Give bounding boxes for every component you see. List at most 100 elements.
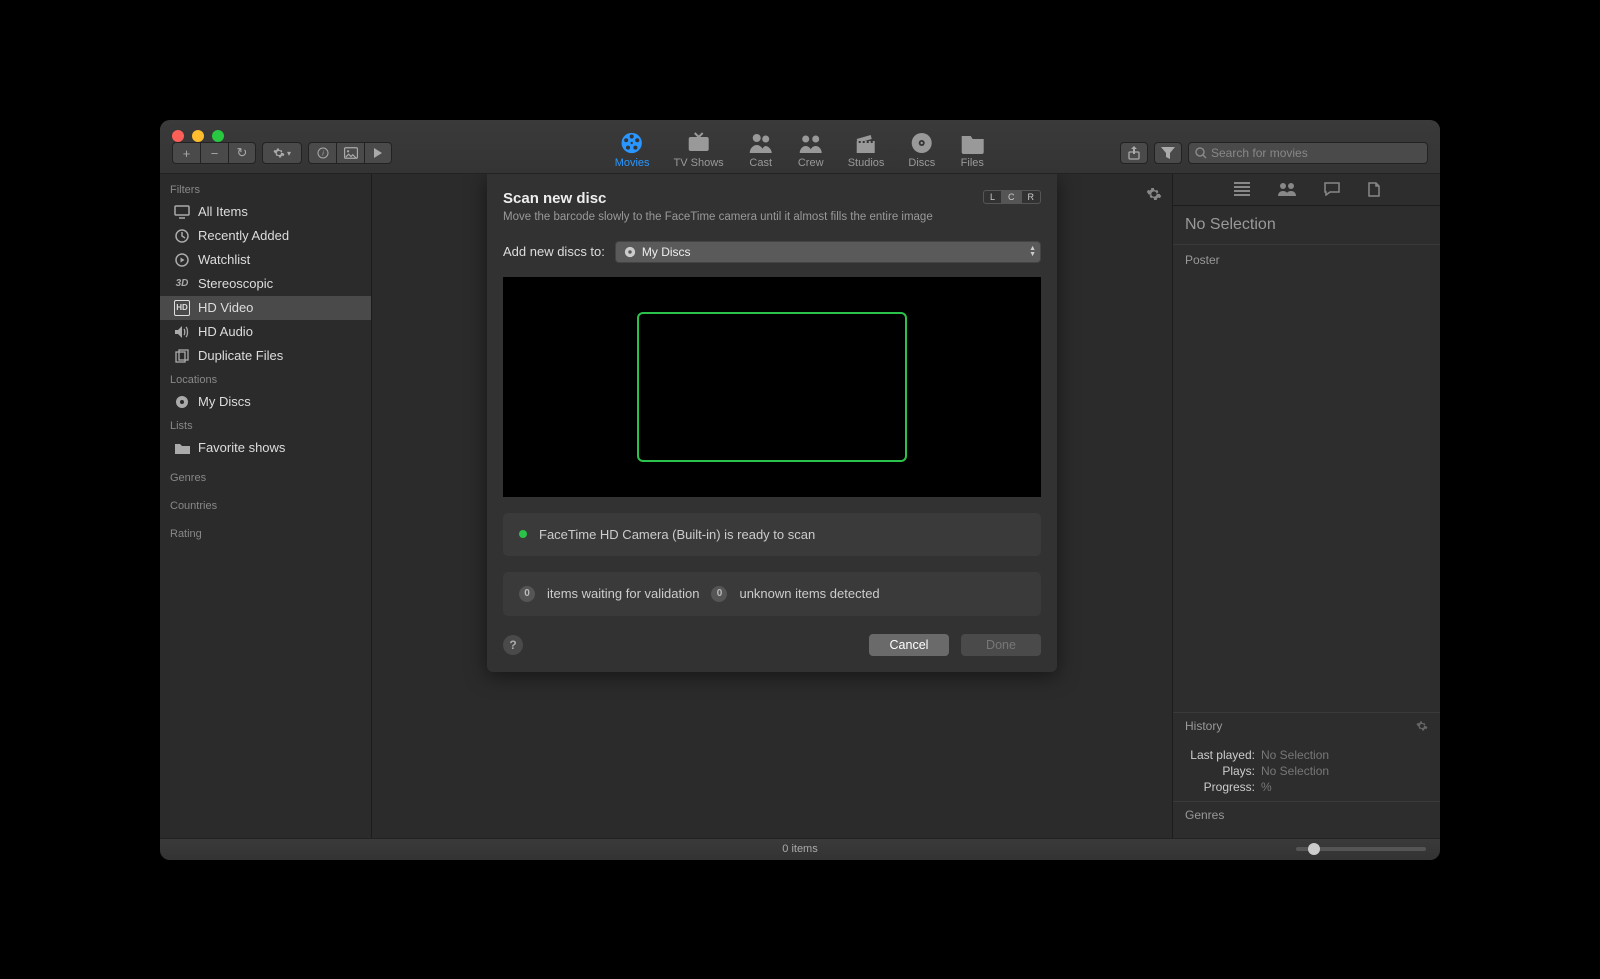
zoom-thumb[interactable] [1308, 843, 1320, 855]
sidebar-header-lists: Lists [160, 414, 371, 436]
tab-label: Movies [615, 157, 650, 169]
tab-crew[interactable]: Crew [798, 131, 824, 169]
unknown-count-badge: 0 [711, 586, 727, 602]
sidebar-item-all[interactable]: All Items [160, 200, 371, 224]
sidebar-label: HD Audio [198, 324, 253, 339]
close-window[interactable] [172, 130, 184, 142]
done-button[interactable]: Done [961, 634, 1041, 656]
info-button[interactable]: i [308, 142, 336, 164]
history-header: History [1185, 719, 1222, 733]
titlebar: + − ↻ ▾ i M [160, 120, 1440, 174]
audio-icon [174, 324, 190, 340]
add-button[interactable]: + [172, 142, 200, 164]
inspector: No Selection Poster History Last played:… [1172, 174, 1440, 838]
seg-c[interactable]: C [1002, 191, 1022, 203]
select-value: My Discs [642, 245, 691, 259]
3d-icon: 3D [174, 276, 190, 292]
sidebar-header-genres: Genres [160, 466, 371, 488]
zoom-slider[interactable] [1296, 847, 1426, 851]
sidebar-item-hdvideo[interactable]: HD HD Video [160, 296, 371, 320]
tab-label: Studios [848, 157, 885, 169]
seg-r[interactable]: R [1022, 191, 1041, 203]
statusbar: 0 items [160, 838, 1440, 860]
history-rows: Last played:No Selection Plays:No Select… [1173, 741, 1440, 801]
lastplayed-val: No Selection [1261, 748, 1329, 762]
lcr-segmented[interactable]: L C R [983, 190, 1041, 204]
refresh-button[interactable]: ↻ [228, 142, 256, 164]
tab-tvshows[interactable]: TV Shows [674, 131, 724, 169]
search-placeholder: Search for movies [1211, 146, 1308, 160]
tab-studios[interactable]: Studios [848, 131, 885, 169]
sidebar-label: Recently Added [198, 228, 289, 243]
cancel-button[interactable]: Cancel [869, 634, 949, 656]
gear-dropdown[interactable]: ▾ [262, 142, 302, 164]
sidebar-label: Watchlist [198, 252, 250, 267]
sidebar-item-duplicate[interactable]: Duplicate Files [160, 344, 371, 368]
sidebar-header-filters: Filters [160, 178, 371, 200]
toolbar-left: + − ↻ ▾ i [172, 142, 392, 164]
unknown-label: unknown items detected [739, 586, 879, 601]
tab-cast[interactable]: Cast [748, 131, 774, 169]
play-circle-icon [174, 252, 190, 268]
settings-gear-icon[interactable] [1146, 186, 1162, 202]
hd-icon: HD [174, 300, 190, 316]
tab-files[interactable]: Files [959, 131, 985, 169]
filter-button[interactable] [1154, 142, 1182, 164]
clock-icon [174, 228, 190, 244]
files-icon [959, 131, 985, 155]
app-window: + − ↻ ▾ i M [160, 120, 1440, 860]
tab-label: Files [961, 157, 984, 169]
play-button[interactable] [364, 142, 392, 164]
inspector-tab-people[interactable] [1278, 182, 1296, 196]
camera-preview [503, 277, 1041, 497]
sidebar-item-mydiscs[interactable]: My Discs [160, 390, 371, 414]
zoom-window[interactable] [212, 130, 224, 142]
add-to-label: Add new discs to: [503, 244, 605, 259]
folder-icon [174, 440, 190, 456]
minimize-window[interactable] [192, 130, 204, 142]
history-gear-icon[interactable] [1416, 720, 1428, 732]
share-button[interactable] [1120, 142, 1148, 164]
body: Filters All Items Recently Added Watchli… [160, 174, 1440, 838]
tab-movies[interactable]: Movies [615, 131, 650, 169]
sidebar-header-countries: Countries [160, 494, 371, 516]
tab-label: Cast [749, 157, 772, 169]
tab-label: Crew [798, 157, 824, 169]
studios-icon [853, 131, 879, 155]
inspector-tab-file[interactable] [1368, 182, 1380, 197]
search-input[interactable]: Search for movies [1188, 142, 1428, 164]
sidebar-item-stereo[interactable]: 3D Stereoscopic [160, 272, 371, 296]
inspector-tab-comment[interactable] [1324, 182, 1340, 196]
sidebar-header-locations: Locations [160, 368, 371, 390]
sidebar-label: My Discs [198, 394, 251, 409]
crew-icon [798, 131, 824, 155]
tab-label: TV Shows [674, 157, 724, 169]
sidebar-header-rating: Rating [160, 522, 371, 544]
sidebar-item-favshows[interactable]: Favorite shows [160, 436, 371, 460]
svg-text:i: i [322, 151, 324, 158]
sidebar-item-watchlist[interactable]: Watchlist [160, 248, 371, 272]
sidebar-label: Favorite shows [198, 440, 285, 455]
main-tabs: Movies TV Shows Cast Crew Studios Discs [615, 120, 986, 173]
remove-button[interactable]: − [200, 142, 228, 164]
inspector-tabs [1173, 174, 1440, 206]
sidebar-label: HD Video [198, 300, 253, 315]
search-icon [1195, 147, 1207, 159]
help-button[interactable]: ? [503, 635, 523, 655]
seg-l[interactable]: L [984, 191, 1002, 203]
duplicate-icon [174, 348, 190, 364]
sidebar-item-recent[interactable]: Recently Added [160, 224, 371, 248]
genres-header: Genres [1185, 808, 1224, 822]
scan-frame [637, 312, 907, 462]
discs-icon [909, 131, 935, 155]
dialog-title: Scan new disc [503, 190, 606, 207]
inspector-tab-list[interactable] [1234, 182, 1250, 196]
tab-discs[interactable]: Discs [908, 131, 935, 169]
progress-key: Progress: [1185, 780, 1255, 794]
cast-icon [748, 131, 774, 155]
image-button[interactable] [336, 142, 364, 164]
sidebar-label: Duplicate Files [198, 348, 283, 363]
sidebar-item-hdaudio[interactable]: HD Audio [160, 320, 371, 344]
add-to-select[interactable]: My Discs ▲▼ [615, 241, 1041, 263]
sidebar-label: Stereoscopic [198, 276, 273, 291]
